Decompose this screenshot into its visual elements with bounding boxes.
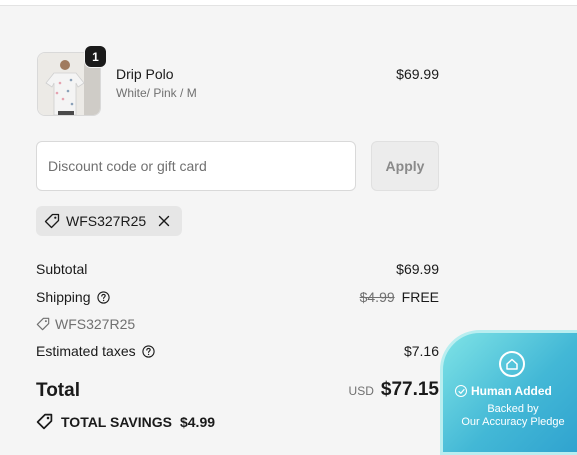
shipping-label-text: Shipping — [36, 289, 91, 305]
product-variant: White/ Pink / M — [116, 86, 197, 100]
total-amount: $77.15 — [380, 379, 439, 400]
shipping-free-label: FREE — [401, 289, 439, 305]
apply-button[interactable]: Apply — [371, 141, 439, 191]
pledge-line-2: Our Accuracy Pledge — [461, 416, 565, 428]
top-divider — [0, 0, 577, 6]
total-savings-amount: $4.99 — [179, 413, 216, 430]
tag-icon — [36, 317, 50, 331]
shipping-discount-code: WFS327R25 — [36, 316, 135, 332]
shipping-original-price: $4.99 — [359, 289, 395, 305]
close-icon[interactable] — [156, 213, 172, 229]
total-savings-label: TOTAL SAVINGS — [61, 413, 172, 430]
product-name: Drip Polo — [116, 66, 174, 82]
accuracy-pledge-widget[interactable]: Human Added Backed by Our Accuracy Pledg… — [440, 330, 577, 455]
applied-discount-code: WFS327R25 — [66, 213, 147, 229]
product-price: $69.99 — [396, 66, 439, 82]
subtotal-label: Subtotal — [36, 261, 87, 277]
check-circle-icon — [455, 385, 467, 397]
total-savings: TOTAL SAVINGS $4.99 — [36, 413, 215, 430]
home-icon — [499, 351, 525, 377]
pledge-title: Human Added — [455, 384, 552, 398]
tag-icon — [36, 413, 53, 430]
tag-icon — [44, 213, 60, 229]
quantity-badge: 1 — [85, 46, 106, 67]
total-currency: USD — [348, 384, 374, 398]
shipping-label: Shipping — [36, 289, 110, 305]
subtotal-value: $69.99 — [396, 261, 439, 277]
shipping-code-text: WFS327R25 — [55, 316, 136, 332]
discount-code-input[interactable] — [36, 141, 356, 191]
applied-discount-chip: WFS327R25 — [36, 206, 183, 236]
help-icon[interactable] — [141, 344, 155, 358]
taxes-label: Estimated taxes — [36, 343, 155, 359]
taxes-label-text: Estimated taxes — [36, 343, 136, 359]
shipping-value: $4.99 FREE — [360, 289, 439, 305]
pledge-title-text: Human Added — [471, 384, 552, 398]
subtotal-label-text: Subtotal — [36, 261, 88, 277]
total-label: Total — [36, 380, 80, 401]
pledge-line-1: Backed by — [487, 403, 539, 415]
help-icon[interactable] — [96, 290, 110, 304]
pledge-subtitle: Backed by Our Accuracy Pledge — [443, 403, 577, 429]
taxes-value: $7.16 — [403, 343, 439, 359]
total-value: USD $77.15 — [349, 379, 439, 401]
